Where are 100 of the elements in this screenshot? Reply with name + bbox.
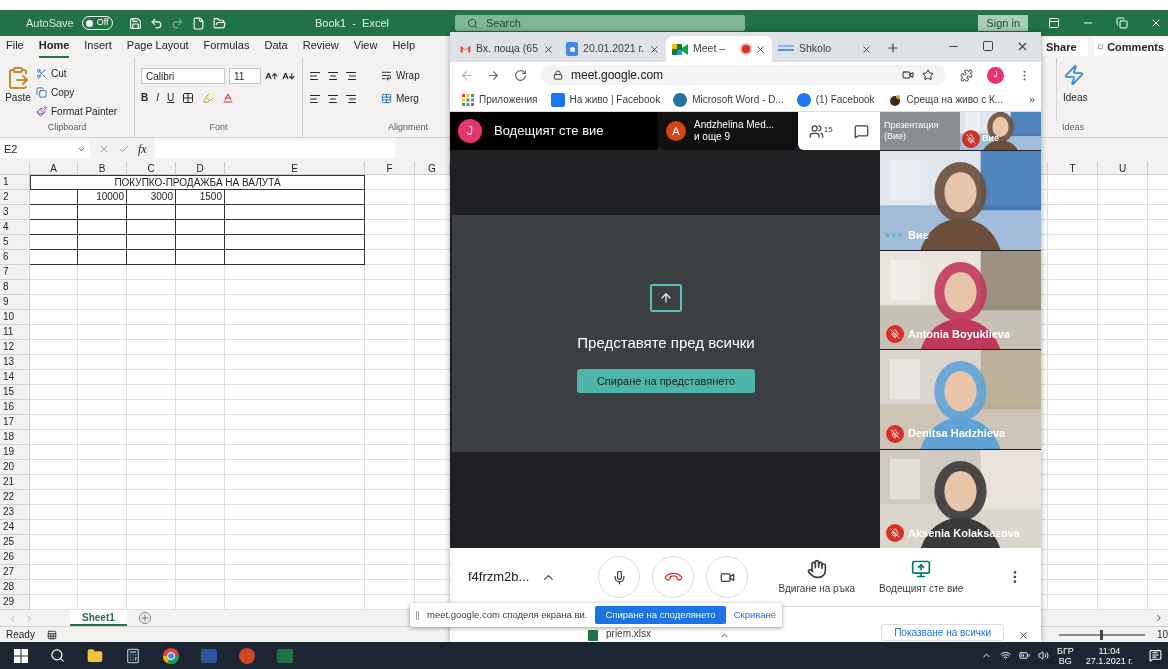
column-header[interactable]: F	[365, 162, 415, 174]
merge-button[interactable]: Merg	[381, 91, 419, 106]
language-indicator[interactable]: БГР BG	[1056, 645, 1074, 666]
tab-title: Meet –	[693, 41, 727, 57]
browser-tab[interactable]: Meet –	[666, 36, 772, 62]
row-header[interactable]: 7	[0, 265, 30, 280]
row-header[interactable]: 1	[0, 175, 30, 190]
row-header[interactable]: 24	[0, 520, 30, 535]
ribbon-tab[interactable]: File	[6, 36, 24, 58]
row-header[interactable]: 4	[0, 220, 30, 235]
cut-button[interactable]: Cut	[36, 66, 118, 81]
clock[interactable]: 11:04 27.1.2021 г.	[1085, 645, 1133, 666]
sheet-tab[interactable]: Sheet1	[70, 610, 127, 626]
ribbon-tab[interactable]: Help	[392, 36, 416, 58]
function-button[interactable]: fx	[138, 140, 147, 158]
ribbon-tab[interactable]: Insert	[84, 36, 112, 58]
ribbon-tab[interactable]: Page Layout	[126, 36, 189, 58]
group-label: Ideas	[1061, 120, 1086, 134]
ribbon-tab[interactable]: View	[353, 36, 378, 58]
row-header[interactable]: 20	[0, 460, 30, 475]
wrap-text-button[interactable]: Wrap	[381, 68, 420, 83]
copy-button[interactable]: Copy	[36, 85, 118, 100]
row-header[interactable]: 6	[0, 250, 30, 265]
column-header[interactable]: U	[1098, 162, 1148, 174]
bookmark[interactable]: Microsoft Word - D...	[673, 92, 784, 107]
row-header[interactable]: 11	[0, 325, 30, 340]
ribbon-tab[interactable]: Data	[264, 36, 288, 58]
ideas-button[interactable]: Ideas	[1056, 58, 1096, 121]
row-header[interactable]: 17	[0, 415, 30, 430]
search-field[interactable]: Search	[455, 15, 745, 31]
presenter-text: Водещият сте вие	[494, 122, 604, 141]
people-button[interactable]: 15	[808, 123, 833, 139]
more-bookmarks[interactable]: »	[1029, 92, 1035, 107]
bold-button[interactable]: B	[141, 90, 149, 105]
ribbon-tab[interactable]: Review	[302, 36, 339, 58]
tab-title: Shkolo	[799, 41, 833, 57]
bookmark[interactable]: (1) Facebook	[796, 92, 875, 107]
ribbon-tab[interactable]: Formulas	[203, 36, 250, 58]
row-header[interactable]: 27	[0, 565, 30, 580]
column-header[interactable]: E	[225, 162, 365, 174]
column-header[interactable]: A	[30, 162, 78, 174]
notice-text: meet.google.com споделя екрана ви.	[427, 607, 588, 622]
row-header[interactable]: 15	[0, 385, 30, 400]
underline-button[interactable]: U	[167, 90, 175, 105]
row-header[interactable]: 9	[0, 295, 30, 310]
bookmark[interactable]: На живо | Facebook	[550, 92, 661, 107]
row-header[interactable]: 28	[0, 580, 30, 595]
row-header[interactable]: 18	[0, 430, 30, 445]
browser-tab[interactable]: Shkolo	[772, 36, 878, 62]
row-header[interactable]: 29	[0, 595, 30, 610]
status-text: Ready	[6, 628, 35, 642]
column-header[interactable]: D	[176, 162, 225, 174]
avatar: A	[666, 121, 686, 141]
row-header[interactable]: 2	[0, 190, 30, 205]
table-cell: 1500	[176, 190, 225, 205]
row-header[interactable]: 5	[0, 235, 30, 250]
share-button[interactable]: Share	[1042, 38, 1088, 56]
profile-avatar[interactable]: J	[987, 66, 1004, 84]
stop-sharing-button[interactable]: Спиране на споделянето	[595, 606, 726, 624]
paste-button[interactable]: Paste	[4, 66, 32, 121]
row-header[interactable]: 12	[0, 340, 30, 355]
row-header[interactable]: 3	[0, 205, 30, 220]
column-header[interactable]: B	[78, 162, 127, 174]
meet-action-button[interactable]: Вдигане на ръка	[778, 558, 856, 596]
column-header[interactable]: T	[1048, 162, 1098, 174]
meeting-code[interactable]: f4frzm2b...	[468, 567, 530, 587]
row-header[interactable]: 16	[0, 400, 30, 415]
address-bar[interactable]: meet.google.com	[541, 65, 946, 85]
row-header[interactable]: 19	[0, 445, 30, 460]
italic-button[interactable]: I	[156, 90, 159, 105]
browser-tab[interactable]: 20.01.2021 г.	[560, 36, 666, 62]
tab-title: 20.01.2021 г.	[583, 41, 644, 57]
meet-action-button[interactable]: Водещият сте вие	[879, 558, 964, 596]
column-header[interactable]: C	[127, 162, 176, 174]
comments-button[interactable]: Comments	[1094, 38, 1168, 56]
participant-name: Andzhelina Med...	[694, 119, 775, 131]
row-header[interactable]: 26	[0, 550, 30, 565]
font-size-field[interactable]: 11	[229, 68, 261, 84]
bookmark[interactable]: Приложения	[462, 92, 538, 107]
show-all-button[interactable]: Показване на всички	[881, 624, 1004, 641]
row-header[interactable]: 23	[0, 505, 30, 520]
sign-in-button[interactable]: Sign in	[978, 15, 1028, 31]
font-name-field[interactable]: Calibri	[141, 68, 225, 84]
row-header[interactable]: 13	[0, 355, 30, 370]
name-box[interactable]: E2	[0, 140, 90, 158]
table-cell: ПОКУПКО-ПРОДАЖБА НА ВАЛУТА	[30, 175, 365, 190]
row-header[interactable]: 8	[0, 280, 30, 295]
row-header[interactable]: 10	[0, 310, 30, 325]
row-header[interactable]: 21	[0, 475, 30, 490]
bookmark[interactable]: Среща на живо с К...	[887, 92, 1004, 107]
participants-pill[interactable]: A Andzhelina Med... и още 9	[658, 112, 798, 150]
stop-presenting-button[interactable]: Спиране на представянето	[576, 368, 756, 393]
download-file-name[interactable]: priem.xlsx	[606, 626, 651, 641]
browser-tab[interactable]: Вх. поща (65	[454, 36, 560, 62]
format-painter-button[interactable]: Format Painter	[36, 104, 118, 119]
presenting-message: Представяте пред всички	[577, 333, 755, 354]
hide-link[interactable]: Скриване	[733, 607, 776, 623]
row-header[interactable]: 25	[0, 535, 30, 550]
row-header[interactable]: 14	[0, 370, 30, 385]
row-header[interactable]: 22	[0, 490, 30, 505]
